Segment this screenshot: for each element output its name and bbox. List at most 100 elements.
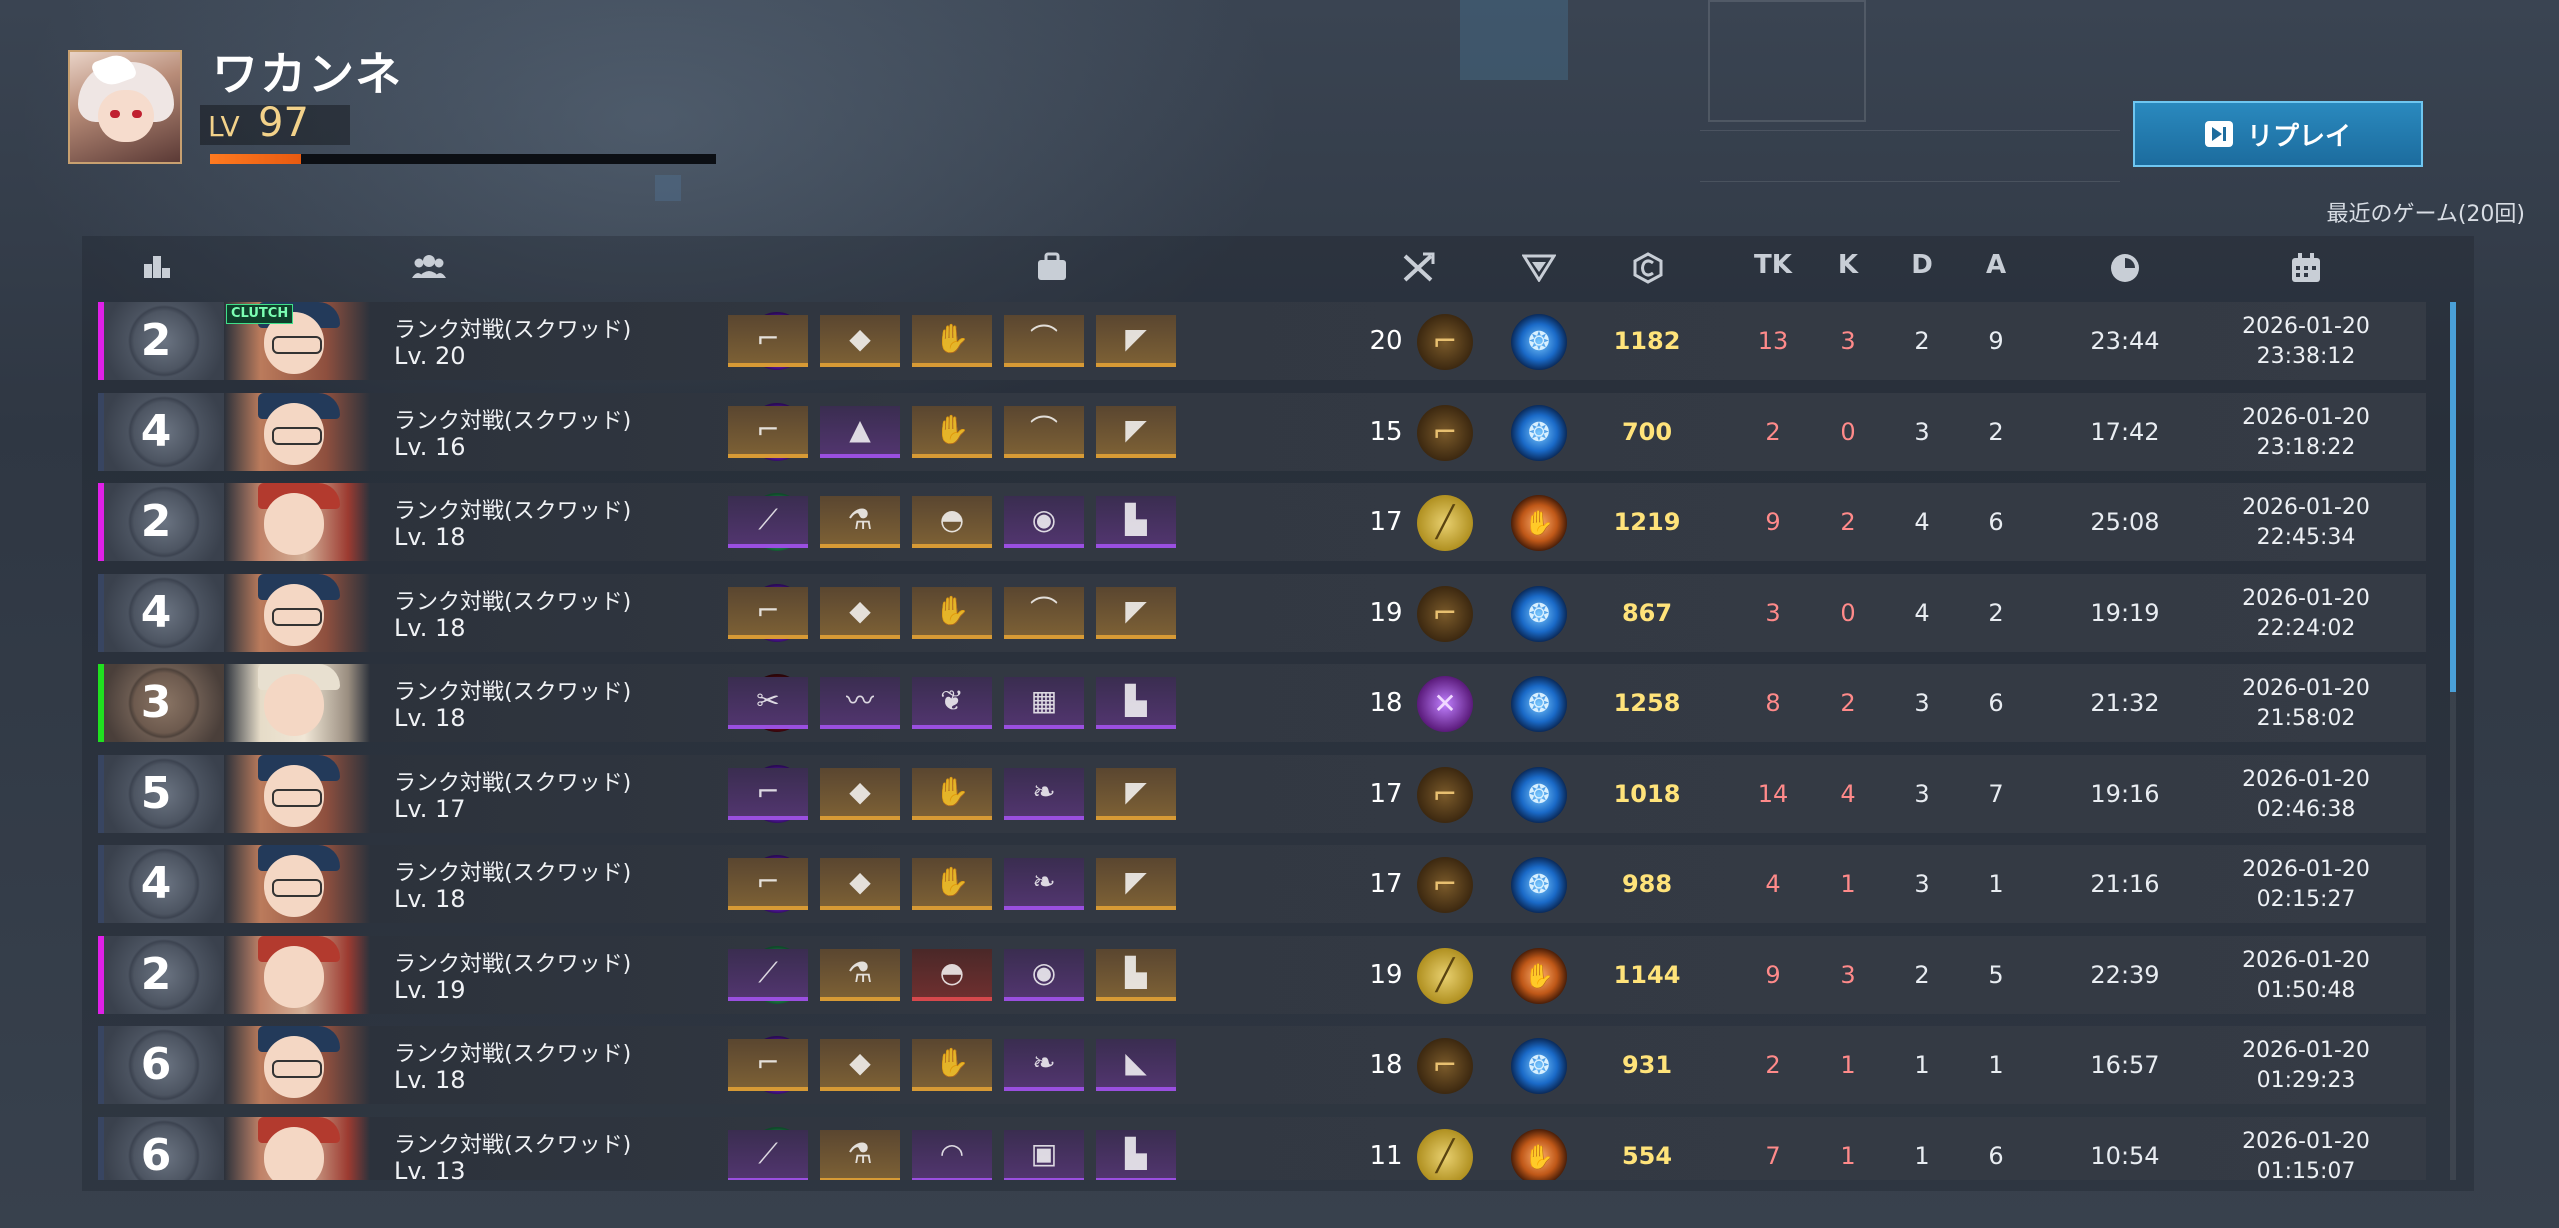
character-portrait	[224, 1026, 370, 1104]
character-glasses	[272, 336, 322, 354]
credit-value: 700	[1621, 418, 1673, 446]
character-portrait	[224, 393, 370, 471]
scrollbar-thumb[interactable]	[2450, 302, 2456, 692]
glove-icon: ✋	[934, 775, 970, 808]
game-date: 2026-01-20	[2242, 314, 2370, 339]
flask-icon: ⚗	[847, 1137, 873, 1170]
character-level: Lv. 17	[394, 795, 466, 823]
kill-count: 17	[1369, 507, 1403, 537]
game-date: 2026-01-20	[2242, 586, 2370, 611]
equipment-item-vest: ◆	[820, 858, 900, 910]
assists: 6	[1988, 689, 2004, 717]
match-row[interactable]: 2 ランク対戦(スクワッド)Lv. 18 ⟋ ⚗ ◓ ◉ ▙ 17 1219 9 2 4 6 25:08 2…	[98, 483, 2426, 561]
helmet-icon: ◓	[939, 503, 965, 536]
match-row[interactable]: 5 ランク対戦(スクワッド)Lv. 17 ⌐ ◆ ✋ ❧ ◤ 17 1018 14 4 3 7 19:16…	[98, 755, 2426, 833]
game-date: 2026-01-20	[2242, 495, 2370, 520]
equipment-item-sneaker: ◣	[1096, 1039, 1176, 1091]
match-row[interactable]: 4 ランク対戦(スクワッド)Lv. 18 ⌐ ◆ ✋ ⌒ ◤ 19 867 3 0 4 2 19:19 20…	[98, 574, 2426, 652]
tactical-skill-icon	[1511, 857, 1567, 913]
equipment-item-derringer: ⌐	[728, 768, 808, 820]
deaths: 4	[1914, 508, 1930, 536]
pistol-icon: ⌐	[756, 865, 780, 898]
assists: 7	[1988, 780, 2004, 808]
scarf-icon: 〰	[845, 684, 874, 717]
blades-icon: ✂	[756, 684, 780, 717]
match-row[interactable]: 3 ランク対戦(スクワッド)Lv. 18 ✂ 〰 ❦ ▦ ▙ 18 1258 8 2 3 6 21:32 2…	[98, 664, 2426, 742]
match-row[interactable]: 2 ランク対戦(スクワッド)Lv. 19 ⟋ ⚗ ◓ ◉ ▙ 19 1144 9 3 2 5 22:39 2…	[98, 936, 2426, 1014]
placement-rank: 6	[140, 1039, 172, 1090]
tactical-skill-icon	[1522, 254, 1556, 282]
helmet-icon: ◓	[939, 956, 965, 989]
weapon-pistol-icon	[1417, 767, 1473, 823]
kill-count: 18	[1369, 1050, 1403, 1080]
tactical-skill-icon	[1511, 1129, 1567, 1180]
equipment-item-vest: ◆	[820, 1039, 900, 1091]
game-time: 01:15:07	[2256, 1159, 2356, 1180]
game-mode: ランク対戦(スクワッド)	[394, 952, 632, 977]
equipment-item-device: ▦	[1004, 677, 1084, 729]
glove-icon: ✋	[934, 594, 970, 627]
credit-value: 1219	[1613, 508, 1681, 536]
credit-value: 988	[1621, 870, 1673, 898]
match-row[interactable]: 6ランク対戦(スクワッド)Lv. 13⟋⚗◠▣▙11554711610:5420…	[98, 1117, 2426, 1180]
game-mode: ランク対戦(スクワッド)	[394, 590, 632, 615]
recent-games-label: 最近のゲーム(20回)	[2326, 202, 2525, 227]
equipment-item-feather: ❧	[1004, 768, 1084, 820]
equipment-item-glove: ✋	[912, 858, 992, 910]
team-kills: 8	[1765, 689, 1781, 717]
game-datetime: 2026-01-20 02:46:38	[2206, 765, 2406, 825]
knife-icon: ⟋	[758, 1137, 778, 1170]
scrollbar[interactable]	[2450, 302, 2456, 1180]
weapon-pistol-icon	[1417, 1038, 1473, 1094]
equipment-item-wings: ❦	[912, 677, 992, 729]
character-level: Lv. 18	[394, 1066, 466, 1094]
replay-button[interactable]: リプレイ	[2133, 101, 2423, 167]
equipment-item-headband: ◠	[912, 1130, 992, 1180]
game-mode: ランク対戦(スクワッド)	[394, 1133, 632, 1158]
assists: 9	[1988, 327, 2004, 355]
equipment-item-shoe: ◤	[1096, 406, 1176, 458]
match-row[interactable]: 2 CLUTCH ランク対戦(スクワッド)Lv. 20 ⌐ ◆ ✋ ⌒ ◤ 20 1182 13 3 2…	[98, 302, 2426, 380]
game-datetime: 2026-01-20 01:29:23	[2206, 1036, 2406, 1096]
match-row[interactable]: 4 ランク対戦(スクワッド)Lv. 18 ⌐ ◆ ✋ ❧ ◤ 17 988 4 1 3 1 21:16 20…	[98, 845, 2426, 923]
cloak-icon: ▲	[849, 413, 871, 446]
team-icon	[412, 255, 446, 278]
game-duration: 10:54	[2090, 1142, 2160, 1170]
kills: 3	[1840, 327, 1856, 355]
match-row[interactable]: 4 ランク対戦(スクワッド)Lv. 16 ⌐ ▲ ✋ ⌒ ◤ 15 700 2 0 3 2 17:42 20…	[98, 393, 2426, 471]
team-kills: 4	[1765, 870, 1781, 898]
credit-icon	[1633, 252, 1663, 284]
character-level: Lv. 18	[394, 885, 466, 913]
clutch-badge: CLUTCH	[226, 304, 294, 324]
equipment-item-necklace: ⌒	[1004, 587, 1084, 639]
game-mode: ランク対戦(スクワッド)	[394, 1042, 632, 1067]
tactical-skill-icon	[1511, 314, 1567, 370]
game-duration: 23:44	[2090, 327, 2160, 355]
rank-icon	[144, 256, 170, 278]
game-duration: 19:19	[2090, 599, 2160, 627]
match-row[interactable]: 6 ランク対戦(スクワッド)Lv. 18 ⌐ ◆ ✋ ❧ ◣ 18 931 2 1 1 1 16:57 20…	[98, 1026, 2426, 1104]
tactical-skill-icon	[1511, 586, 1567, 642]
equipment-item-pistol: ⌐	[728, 858, 808, 910]
game-duration: 25:08	[2090, 508, 2160, 536]
game-datetime: 2026-01-20 01:50:48	[2206, 946, 2406, 1006]
game-date: 2026-01-20	[2242, 676, 2370, 701]
orb-icon: ◉	[1031, 503, 1057, 536]
feather-icon: ❧	[1032, 775, 1056, 808]
game-date: 2026-01-20	[2242, 948, 2370, 973]
equipment-item-knife: ⟋	[728, 949, 808, 1001]
equipment-item-flask: ⚗	[820, 1130, 900, 1180]
glove-icon: ✋	[934, 413, 970, 446]
game-duration: 22:39	[2090, 961, 2160, 989]
game-datetime: 2026-01-20 02:15:27	[2206, 855, 2406, 915]
game-datetime: 2026-01-20 21:58:02	[2206, 674, 2406, 734]
character-face	[264, 1127, 324, 1180]
deaths: 2	[1914, 961, 1930, 989]
placement-rank: 4	[140, 406, 172, 457]
equipment-item-vest: ◆	[820, 768, 900, 820]
game-mode: ランク対戦(スクワッド)	[394, 318, 632, 343]
match-list[interactable]: 2CLUTCHランク対戦(スクワッド)Lv. 20⌐◆✋⌒◤2011821332…	[98, 302, 2426, 1180]
character-glasses	[272, 1060, 322, 1078]
character-level: Lv. 13	[394, 1157, 466, 1180]
game-time: 01:29:23	[2256, 1068, 2356, 1093]
